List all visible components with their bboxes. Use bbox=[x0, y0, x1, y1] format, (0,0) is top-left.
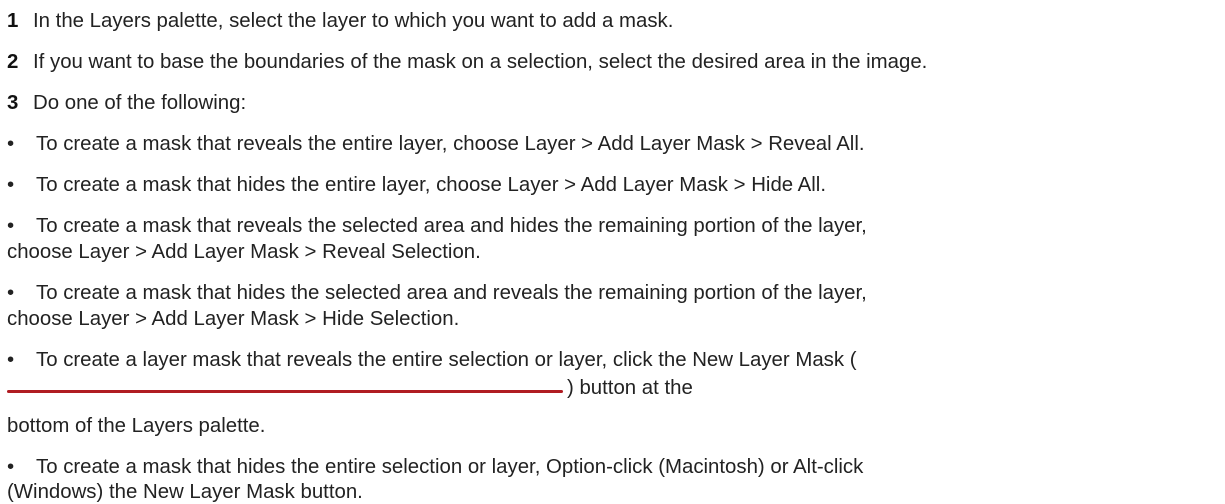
bullet-item-5-continued: ) button at the bbox=[567, 376, 693, 400]
bullet-marker: • bbox=[7, 133, 15, 155]
bullet-text: bottom of the Layers palette. bbox=[7, 415, 266, 437]
step-number: 2 bbox=[7, 51, 19, 73]
bullet-marker: • bbox=[7, 215, 15, 237]
step-2: 2 If you want to base the boundaries of t… bbox=[7, 50, 927, 74]
bullet-marker: • bbox=[7, 456, 15, 478]
bullet-marker: • bbox=[7, 174, 15, 196]
bullet-text: To create a mask that reveals the entire… bbox=[36, 133, 865, 155]
bullet-item-6: • To create a mask that hides the entire … bbox=[7, 455, 863, 479]
step-text: If you want to base the boundaries of th… bbox=[33, 51, 928, 73]
step-number: 3 bbox=[7, 92, 19, 114]
bullet-item-5: • To create a layer mask that reveals the… bbox=[7, 348, 857, 372]
bullet-item-4: • To create a mask that hides the selecte… bbox=[7, 281, 867, 305]
bullet-text: (Windows) the New Layer Mask button. bbox=[7, 481, 363, 503]
bullet-item-2: • To create a mask that hides the entire … bbox=[7, 173, 826, 197]
bullet-marker: • bbox=[7, 349, 15, 371]
bullet-text: choose Layer > Add Layer Mask > Hide Sel… bbox=[7, 308, 460, 330]
bullet-text: ) button at the bbox=[567, 377, 693, 399]
bullet-item-3-continued: choose Layer > Add Layer Mask > Reveal S… bbox=[7, 240, 481, 264]
bullet-marker: • bbox=[7, 282, 15, 304]
step-number: 1 bbox=[7, 10, 19, 32]
bullet-text: To create a layer mask that reveals the … bbox=[36, 349, 857, 371]
new-layer-mask-icon bbox=[7, 390, 563, 393]
bullet-text: To create a mask that reveals the select… bbox=[36, 215, 867, 237]
bullet-item-1: • To create a mask that reveals the entir… bbox=[7, 132, 865, 156]
step-text: Do one of the following: bbox=[33, 92, 247, 114]
bullet-text: To create a mask that hides the selected… bbox=[36, 282, 867, 304]
bullet-text: To create a mask that hides the entire s… bbox=[36, 456, 864, 478]
bullet-item-5-continued-2: bottom of the Layers palette. bbox=[7, 414, 265, 438]
step-3: 3 Do one of the following: bbox=[7, 91, 246, 115]
step-1: 1 In the Layers palette, select the layer… bbox=[7, 9, 673, 33]
bullet-item-3: • To create a mask that reveals the selec… bbox=[7, 214, 867, 238]
bullet-item-6-continued: (Windows) the New Layer Mask button. bbox=[7, 480, 363, 504]
bullet-item-4-continued: choose Layer > Add Layer Mask > Hide Sel… bbox=[7, 307, 459, 331]
bullet-text: To create a mask that hides the entire l… bbox=[36, 174, 827, 196]
bullet-text: choose Layer > Add Layer Mask > Reveal S… bbox=[7, 241, 481, 263]
step-text: In the Layers palette, select the layer … bbox=[33, 10, 674, 32]
